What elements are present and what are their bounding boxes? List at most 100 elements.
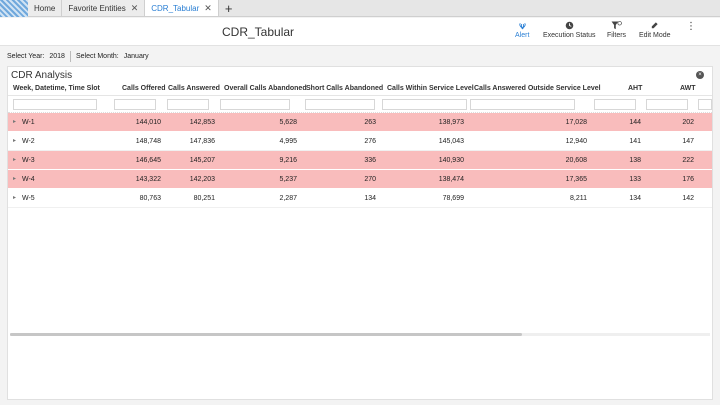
filter-input-outside-service-level[interactable] (470, 99, 575, 110)
add-tab-button[interactable]: + (219, 0, 239, 16)
row-label: W-3 (22, 157, 35, 164)
filter-input-awt[interactable] (646, 99, 688, 110)
row-label: W-4 (22, 176, 35, 183)
expand-row-icon[interactable]: ▸ (13, 156, 16, 163)
cdr-analysis-panel: CDR Analysis × Week, Datetime, Time Slot… (7, 66, 713, 400)
row-label: W-1 (22, 119, 35, 126)
tab-favorite-entities[interactable]: Favorite Entities ✕ (62, 0, 146, 16)
year-value[interactable]: 2018 (49, 53, 65, 60)
month-value[interactable]: January (124, 53, 149, 60)
execution-status-icon (565, 21, 574, 32)
table-cell: 176 (682, 176, 694, 183)
table-cell: 78,699 (442, 195, 464, 202)
edit-mode-label: Edit Mode (639, 32, 671, 39)
table-cell: 145,043 (438, 138, 464, 145)
page-title: CDR_Tabular (222, 25, 295, 39)
table-cell: 80,251 (193, 195, 215, 202)
filter-input-calls-answered[interactable] (167, 99, 209, 110)
table-cell: 270 (364, 176, 376, 183)
table-cell: 144 (629, 119, 641, 126)
table-cell: 12,940 (565, 138, 587, 145)
table-cell: 143,322 (135, 176, 161, 183)
column-header-calls-answered[interactable]: Calls Answered (168, 85, 220, 92)
table-cell: 142,853 (189, 119, 215, 126)
tab-bar: Home Favorite Entities ✕ CDR_Tabular ✕ + (0, 0, 720, 17)
table-cell: 147 (682, 138, 694, 145)
filter-input-aht[interactable] (594, 99, 636, 110)
table-cell: 142,203 (189, 176, 215, 183)
more-options-icon[interactable]: ⋮ (686, 21, 696, 32)
grid-filter-row (8, 96, 712, 113)
row-label: W-2 (22, 138, 35, 145)
edit-mode-button[interactable]: Edit Mode (639, 21, 671, 39)
table-cell: 138 (629, 157, 641, 164)
table-cell: 5,628 (279, 119, 297, 126)
table-row[interactable]: ▸ W-1 144,010 142,853 5,628 263 138,973 17,028 1… (8, 113, 712, 132)
table-cell: 146,645 (135, 157, 161, 164)
table-cell: 222 (682, 157, 694, 164)
table-cell: 147,836 (189, 138, 215, 145)
table-cell: 5,237 (279, 176, 297, 183)
alert-label: Alert (515, 32, 530, 39)
table-cell: 17,365 (565, 176, 587, 183)
table-row[interactable]: ▸ W-3 146,645 145,207 9,216 336 140,930 20,608 1… (8, 151, 712, 170)
column-header-awt[interactable]: AWT (680, 85, 696, 92)
close-icon[interactable]: ✕ (131, 3, 139, 14)
execution-status-button[interactable]: Execution Status (543, 21, 596, 39)
divider (69, 50, 71, 62)
dashboard-header: CDR_Tabular Alert Execution Status Filte… (0, 18, 720, 46)
filter-input-extra[interactable] (698, 99, 712, 110)
scrollbar-thumb[interactable] (10, 333, 522, 336)
app-logo (0, 0, 28, 17)
table-cell: 80,763 (139, 195, 161, 202)
filter-input-short-abandoned[interactable] (305, 99, 375, 110)
table-cell: 142 (682, 195, 694, 202)
panel-close-icon[interactable]: × (696, 71, 704, 79)
table-cell: 2,287 (279, 195, 297, 202)
column-header-overall-abandoned[interactable]: Overall Calls Abandoned (224, 85, 307, 92)
alert-button[interactable]: Alert (515, 21, 529, 39)
table-row[interactable]: ▸ W-5 80,763 80,251 2,287 134 78,699 8,211 134 14… (8, 189, 712, 208)
close-icon[interactable]: ✕ (204, 3, 212, 14)
filter-icon (611, 21, 622, 32)
table-cell: 9,216 (279, 157, 297, 164)
column-header-within-service-level[interactable]: Calls Within Service Level (387, 85, 474, 92)
table-cell: 144,010 (135, 119, 161, 126)
column-header-short-abandoned[interactable]: Short Calls Abandoned (306, 85, 383, 92)
tab-home[interactable]: Home (28, 0, 63, 16)
table-cell: 20,608 (565, 157, 587, 164)
table-cell: 141 (629, 138, 641, 145)
column-header-aht[interactable]: AHT (628, 85, 642, 92)
filter-input-calls-offered[interactable] (114, 99, 156, 110)
alert-icon (518, 21, 527, 32)
table-cell: 134 (364, 195, 376, 202)
table-cell: 8,211 (570, 195, 587, 202)
table-cell: 276 (364, 138, 376, 145)
horizontal-scrollbar[interactable] (10, 333, 710, 336)
table-cell: 145,207 (189, 157, 215, 164)
filter-input-overall-abandoned[interactable] (220, 99, 290, 110)
grid-header-row: Week, Datetime, Time Slot Calls Offered … (8, 82, 712, 96)
table-cell: 140,930 (438, 157, 464, 164)
table-row[interactable]: ▸ W-4 143,322 142,203 5,237 270 138,474 17,365 1… (8, 170, 712, 189)
filters-button[interactable]: Filters (607, 21, 626, 39)
month-label: Select Month: (75, 52, 119, 60)
execution-status-label: Execution Status (543, 32, 596, 39)
row-label: W-5 (22, 195, 35, 202)
tab-label: Favorite Entities (68, 3, 126, 13)
tab-label: Home (34, 3, 56, 13)
filter-input-week[interactable] (13, 99, 97, 110)
tab-cdr-tabular[interactable]: CDR_Tabular ✕ (145, 0, 219, 16)
edit-mode-icon (650, 21, 659, 32)
expand-row-icon[interactable]: ▸ (13, 194, 16, 201)
expand-row-icon[interactable]: ▸ (13, 175, 16, 182)
expand-row-icon[interactable]: ▸ (13, 118, 16, 125)
column-header-calls-offered[interactable]: Calls Offered (122, 85, 166, 92)
column-header-outside-service-level[interactable]: Calls Answered Outside Service Level (474, 85, 601, 92)
table-cell: 138,973 (438, 119, 464, 126)
filter-input-within-service-level[interactable] (382, 99, 467, 110)
table-row[interactable]: ▸ W-2 148,748 147,836 4,995 276 145,043 12,940 1… (8, 132, 712, 151)
expand-row-icon[interactable]: ▸ (13, 137, 16, 144)
data-grid: Week, Datetime, Time Slot Calls Offered … (8, 82, 712, 208)
column-header-week[interactable]: Week, Datetime, Time Slot (13, 85, 100, 92)
